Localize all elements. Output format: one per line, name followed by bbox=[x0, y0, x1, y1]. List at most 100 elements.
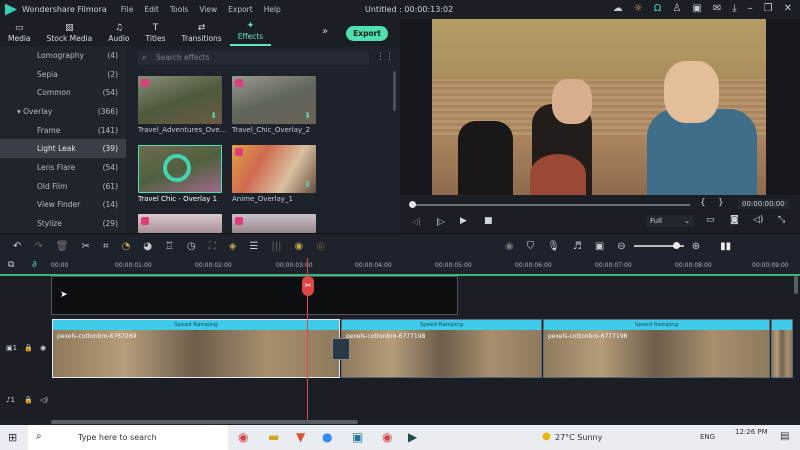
crop-icon[interactable]: ⌗ bbox=[103, 241, 109, 252]
effect-thumbnail[interactable]: ⬇ bbox=[232, 145, 316, 193]
marker-icon[interactable]: ⛉ bbox=[527, 241, 535, 252]
notification-icon[interactable]: ▤ bbox=[780, 431, 789, 442]
grid-view-icon[interactable]: ⋮⋮ bbox=[376, 52, 394, 62]
save-icon[interactable]: ▣ bbox=[692, 3, 701, 14]
motion-icon[interactable]: ◉ bbox=[294, 241, 303, 252]
category-old-film[interactable]: Old Film (61) bbox=[0, 177, 126, 196]
mail-icon[interactable]: ✉ bbox=[713, 3, 721, 14]
category-common[interactable]: Common (54) bbox=[0, 83, 126, 102]
category-frame[interactable]: Frame (141) bbox=[0, 121, 126, 140]
cut-icon[interactable]: ✂ bbox=[81, 241, 89, 252]
filmora-taskbar-icon[interactable]: ▶ bbox=[408, 430, 417, 444]
mask-icon[interactable]: ♖ bbox=[165, 241, 174, 252]
video-clip[interactable]: Speed Ramping pexels-cottonbro-6767269 bbox=[52, 319, 340, 378]
clock[interactable]: 12:26 PM bbox=[735, 428, 768, 436]
lightbulb-icon[interactable]: ☼ bbox=[634, 3, 643, 14]
download-icon[interactable]: ⬇ bbox=[304, 180, 311, 189]
chrome-icon[interactable]: ◉ bbox=[382, 430, 392, 444]
prev-frame-icon[interactable]: ◁| bbox=[412, 217, 421, 226]
category-view-finder[interactable]: View Finder (14) bbox=[0, 196, 126, 215]
mic-icon[interactable]: 🎙 bbox=[547, 241, 560, 252]
restore-icon[interactable]: ❐ bbox=[764, 3, 773, 14]
effect-thumbnail[interactable] bbox=[138, 214, 222, 233]
auto-icon[interactable]: ◎ bbox=[316, 241, 325, 252]
menu-export[interactable]: Export bbox=[228, 5, 253, 14]
play-icon[interactable]: ▶ bbox=[460, 216, 467, 226]
mark-out-icon[interactable]: } bbox=[718, 198, 724, 208]
audio-track-icon[interactable]: ♬ bbox=[573, 241, 582, 252]
tab-transitions[interactable]: ⇄ Transitions bbox=[174, 23, 230, 46]
zoom-out-icon[interactable]: ⊖ bbox=[617, 241, 625, 252]
category-overlay[interactable]: ▾ Overlay (366) bbox=[0, 102, 126, 121]
progress-track[interactable] bbox=[412, 204, 690, 206]
render-icon[interactable]: ◉ bbox=[505, 241, 514, 252]
more-tabs-icon[interactable]: » bbox=[322, 26, 328, 37]
scrollbar[interactable] bbox=[393, 71, 396, 111]
search-input[interactable]: Search effects bbox=[138, 51, 369, 65]
category-sepia[interactable]: Sepia (2) bbox=[0, 65, 126, 84]
zoom-in-icon[interactable]: ⊕ bbox=[692, 241, 700, 252]
category-stylize[interactable]: Stylize (29) bbox=[0, 214, 126, 233]
visibility-icon[interactable]: ◉ bbox=[40, 344, 46, 352]
horizontal-scrollbar[interactable] bbox=[51, 420, 358, 424]
menu-tools[interactable]: Tools bbox=[170, 5, 188, 14]
windows-start-icon[interactable]: ⊞ bbox=[8, 431, 17, 444]
mute-icon[interactable]: ◁) bbox=[40, 396, 48, 404]
effect-thumbnail[interactable]: ⬇ bbox=[232, 76, 316, 124]
close-icon[interactable]: ✕ bbox=[784, 3, 792, 14]
tab-effects[interactable]: ✦ Effects bbox=[229, 21, 272, 46]
delete-icon[interactable]: 🗑 bbox=[56, 241, 69, 252]
download-icon[interactable]: ⤓ bbox=[732, 3, 736, 14]
zoom-slider[interactable] bbox=[633, 242, 684, 249]
adjust-icon[interactable]: ☰ bbox=[249, 241, 258, 252]
redo-icon[interactable]: ↷ bbox=[34, 241, 42, 252]
language-indicator[interactable]: ENG bbox=[700, 433, 715, 441]
progress-handle[interactable] bbox=[409, 201, 416, 208]
effect-thumbnail[interactable] bbox=[232, 214, 316, 233]
play-reverse-icon[interactable]: |▷ bbox=[436, 217, 445, 226]
fullscreen-icon[interactable]: ⤡ bbox=[778, 215, 785, 225]
audio-mix-icon[interactable]: ||| bbox=[271, 241, 281, 252]
color-icon[interactable]: ◕ bbox=[143, 241, 152, 252]
taskbar-search[interactable]: Type here to search bbox=[28, 425, 228, 450]
scissors-icon[interactable]: ✂ bbox=[302, 276, 314, 296]
category-lens-flare[interactable]: Lens Flare (54) bbox=[0, 158, 126, 177]
video-clip[interactable]: Speed Ramping pexels-cottonbro-6777198 bbox=[543, 319, 770, 378]
download-icon[interactable]: ⬇ bbox=[304, 111, 311, 120]
effect-thumbnail-selected[interactable] bbox=[138, 145, 222, 193]
timeline-ruler[interactable]: ⧉ ∂ 00:00 00:00:01:00 00:00:02:00 00:00:… bbox=[0, 258, 800, 276]
snapshot-icon[interactable]: ◙ bbox=[730, 215, 739, 225]
tab-media[interactable]: ▭ Media bbox=[0, 23, 39, 46]
volume-icon[interactable]: ◁) bbox=[753, 215, 763, 225]
keyframe-icon[interactable]: ◈ bbox=[229, 241, 237, 252]
account-icon[interactable]: ♙ bbox=[672, 3, 681, 14]
tab-titles[interactable]: T Titles bbox=[138, 23, 174, 46]
stop-icon[interactable]: ■ bbox=[484, 216, 493, 226]
menu-help[interactable]: Help bbox=[264, 5, 281, 14]
export-button[interactable]: Export bbox=[346, 26, 388, 41]
speed-icon[interactable]: ◔ bbox=[122, 241, 131, 252]
layout-icon[interactable]: ▮▮ bbox=[720, 241, 731, 252]
weather-text[interactable]: 27°C Sunny bbox=[555, 433, 602, 442]
video-clip[interactable] bbox=[771, 319, 793, 378]
tab-stock-media[interactable]: ▧ Stock Media bbox=[39, 23, 101, 46]
mark-in-icon[interactable]: { bbox=[700, 198, 706, 208]
transition-marker[interactable] bbox=[332, 338, 350, 360]
quality-select[interactable]: Full ⌄ bbox=[646, 215, 694, 227]
display-icon[interactable]: ▭ bbox=[706, 215, 715, 225]
caption-icon[interactable]: ▣ bbox=[595, 241, 604, 252]
vertical-scrollbar[interactable] bbox=[794, 276, 798, 294]
menu-edit[interactable]: Edit bbox=[144, 5, 159, 14]
category-light-leak[interactable]: Light Leak (39) bbox=[0, 139, 126, 159]
effect-thumbnail[interactable]: ⬇ bbox=[138, 76, 222, 124]
lock-icon[interactable]: 🔒 bbox=[24, 396, 33, 404]
download-icon[interactable]: ⬇ bbox=[210, 111, 217, 120]
stabilize-icon[interactable]: ⛶ bbox=[209, 241, 216, 252]
empty-track-region[interactable] bbox=[51, 276, 458, 315]
menu-file[interactable]: File bbox=[121, 5, 134, 14]
tab-audio[interactable]: ♫ Audio bbox=[100, 23, 137, 46]
undo-icon[interactable]: ↶ bbox=[13, 241, 21, 252]
chrome-icon[interactable]: ◉ bbox=[238, 430, 248, 444]
zoom-app-icon[interactable]: ● bbox=[322, 430, 332, 444]
video-clip[interactable]: Speed Ramping pexels-cottonbro-6777198 bbox=[341, 319, 542, 378]
